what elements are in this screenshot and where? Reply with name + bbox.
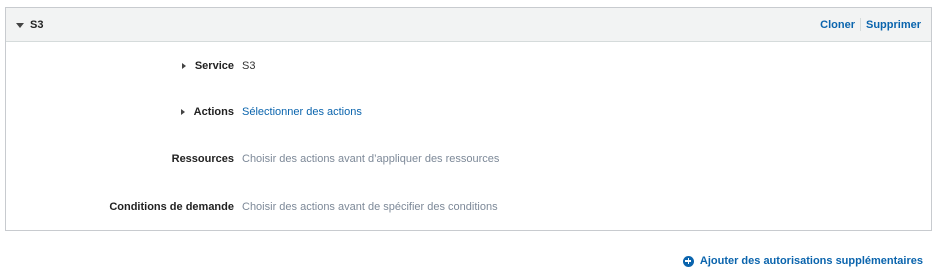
caret-right-icon <box>180 109 185 115</box>
row-conditions: Conditions de demande Choisir des action… <box>6 199 931 215</box>
actions-toggle[interactable]: Actions <box>180 106 234 118</box>
row-resources: Ressources Choisir des actions avant d’a… <box>6 151 931 167</box>
divider <box>859 18 861 31</box>
resources-label: Ressources <box>172 153 234 165</box>
row-label: Conditions de demande <box>109 201 234 213</box>
clone-link[interactable]: Cloner <box>820 19 855 31</box>
row-label: Ressources <box>171 153 234 165</box>
row-actions: Actions Sélectionner des actions <box>6 104 931 120</box>
select-actions-link[interactable]: Sélectionner des actions <box>242 106 362 118</box>
delete-link[interactable]: Supprimer <box>866 19 921 31</box>
header-actions: Cloner Supprimer <box>820 8 921 41</box>
add-permissions-label: Ajouter des autorisations supplémentaire… <box>699 255 923 267</box>
service-toggle[interactable]: Service <box>181 60 234 72</box>
plus-circle-icon <box>682 255 694 267</box>
service-value: S3 <box>242 60 256 72</box>
caret-right-icon <box>181 63 186 69</box>
permissions-panel: S3 Cloner Supprimer Service S3 Actions S… <box>5 7 932 231</box>
row-label: Actions <box>193 106 234 118</box>
conditions-label: Conditions de demande <box>109 201 234 213</box>
conditions-value: Choisir des actions avant de spécifier d… <box>242 201 498 213</box>
collapse-toggle[interactable]: S3 <box>16 8 43 41</box>
row-service: Service S3 <box>6 58 931 74</box>
panel-header: S3 Cloner Supprimer <box>6 8 931 42</box>
caret-down-icon <box>16 22 24 28</box>
add-permissions-button[interactable]: Ajouter des autorisations supplémentaire… <box>682 255 923 267</box>
row-label: Service <box>194 60 234 72</box>
resources-value: Choisir des actions avant d’appliquer de… <box>242 153 500 165</box>
panel-title: S3 <box>30 18 44 31</box>
